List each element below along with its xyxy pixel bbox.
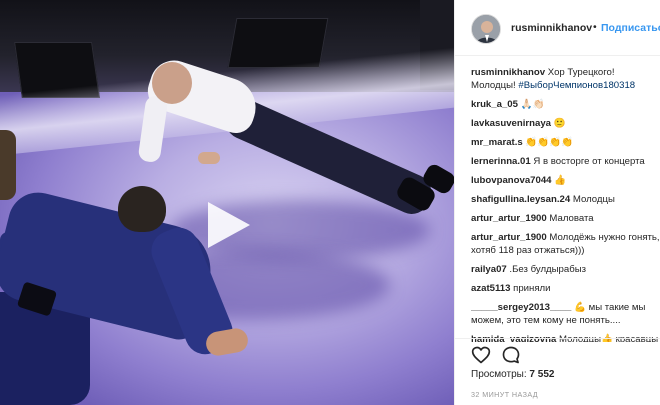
comment-username[interactable]: kruk_a_05 (471, 99, 518, 110)
comment-text: 🙂 (553, 118, 566, 129)
post-sidebar: rusminnikhanov • Подписаться rusminnikha… (454, 0, 660, 405)
comment-item: artur_artur_1900 Маловата (471, 212, 660, 225)
comment-item: artur_artur_1900 Молодёжь нужно гонять, … (471, 231, 660, 257)
heart-icon[interactable] (471, 345, 491, 365)
caption-hashtag[interactable]: #ВыборЧемпионов180318 (518, 80, 635, 91)
caption-username[interactable]: rusminnikhanov (471, 67, 545, 78)
views-count: Просмотры: 7 552 (471, 369, 554, 380)
comment-username[interactable]: azat5113 (471, 283, 510, 294)
post-timestamp[interactable]: 32 МИНУТ НАЗАД (471, 390, 538, 399)
comment-text: Молодцы (572, 194, 615, 205)
follow-button[interactable]: Подписаться (601, 22, 660, 34)
comment-text: Я в восторге от концерта (533, 156, 645, 167)
comment-text: Маловата (549, 213, 594, 224)
comment-username[interactable]: artur_artur_1900 (471, 213, 547, 224)
comment-text: 🙏🏻👏🏻 (520, 99, 545, 110)
views-label: Просмотры: (471, 369, 527, 380)
comment-item: lernerinna.01 Я в восторге от концерта (471, 155, 660, 168)
stage-speaker (227, 18, 329, 68)
comment-item: shafigullina.leysan.24 Молодцы (471, 193, 660, 206)
comment-item: lubovpanova7044 👍 (471, 174, 660, 187)
comment-icon[interactable] (501, 345, 521, 365)
comment-username[interactable]: shafigullina.leysan.24 (471, 194, 570, 205)
comment-item: mr_marat.s 👏👏👏👏 (471, 136, 660, 149)
comment-item: _____sergey2013____ 💪 мы такие мы можем,… (471, 301, 660, 327)
comment-username[interactable]: lernerinna.01 (471, 156, 531, 167)
comment-text: 👍 (554, 175, 567, 186)
comment-username[interactable]: artur_artur_1900 (471, 232, 547, 243)
post-actions: Просмотры: 7 552 32 МИНУТ НАЗАД (455, 338, 660, 405)
comment-text: приняли (513, 283, 551, 294)
post-caption: rusminnikhanov Хор Турецкого! Молодцы! #… (471, 66, 660, 92)
comment-username[interactable]: lubovpanova7044 (471, 175, 552, 186)
comment-username[interactable]: lavkasuvenirnaya (471, 118, 551, 129)
comment-item: kruk_a_05 🙏🏻👏🏻 (471, 98, 660, 111)
comment-username[interactable]: mr_marat.s (471, 137, 523, 148)
performer-white-shirt-hand (198, 152, 220, 164)
post-header: rusminnikhanov • Подписаться (455, 0, 660, 56)
comment-username[interactable]: railya07 (471, 264, 507, 275)
avatar[interactable] (471, 14, 501, 44)
comment-item: azat5113 приняли (471, 282, 660, 295)
video-player[interactable] (0, 0, 454, 405)
comment-username[interactable]: _____sergey2013____ (471, 302, 571, 313)
performer-white-shirt-head (152, 62, 192, 104)
play-icon[interactable] (202, 200, 252, 250)
performer-left-edge (0, 130, 16, 200)
views-value: 7 552 (529, 369, 555, 380)
comments-list[interactable]: rusminnikhanov Хор Турецкого! Молодцы! #… (471, 66, 660, 342)
performer-suit-head (118, 186, 166, 232)
post-username[interactable]: rusminnikhanov (511, 22, 592, 34)
header-separator: • (593, 21, 597, 33)
comment-item: railya07 .Без булдырабыз (471, 263, 660, 276)
comment-text: 👏👏👏👏 (525, 137, 574, 148)
comment-text: .Без булдырабыз (509, 264, 586, 275)
comment-item: lavkasuvenirnaya 🙂 (471, 117, 660, 130)
